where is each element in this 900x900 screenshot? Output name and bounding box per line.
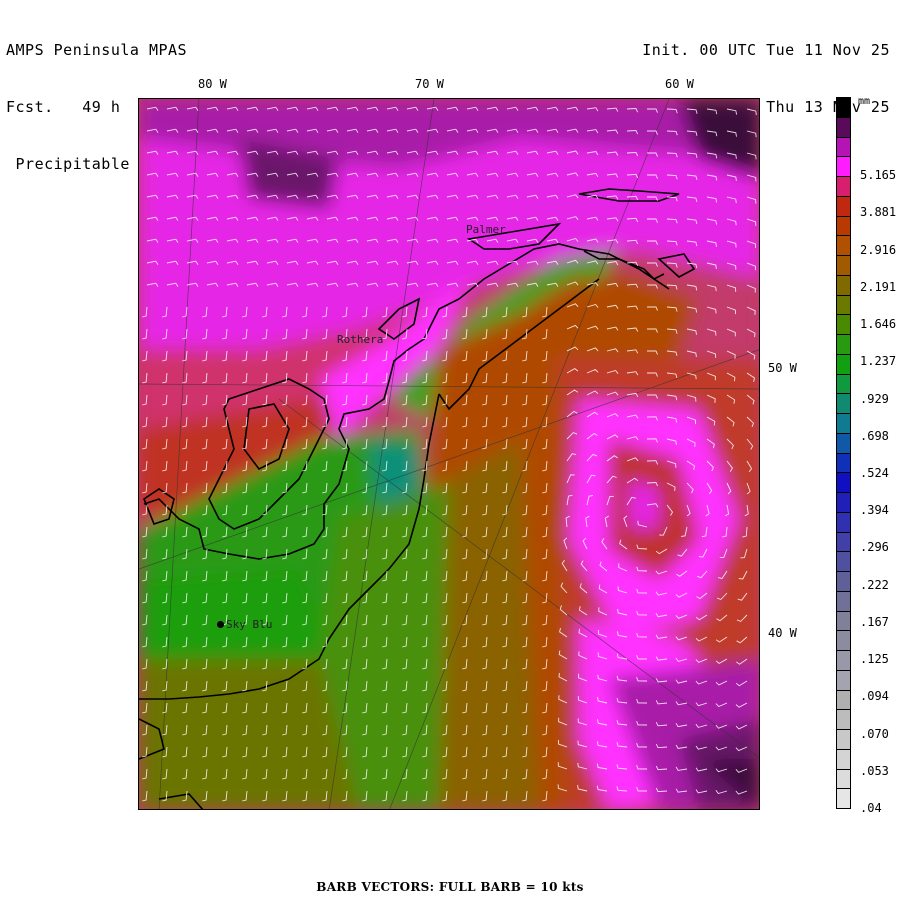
barb-legend: BARB VECTORS: FULL BARB = 10 kts: [316, 880, 584, 894]
colorbar-swatch: [837, 196, 850, 217]
colorbar-swatch: [837, 572, 850, 592]
colorbar-swatch: [837, 374, 850, 395]
colorbar-label: 1.237: [860, 354, 897, 369]
colorbar-swatch: [837, 493, 850, 513]
colorbar-label: 2.916: [860, 242, 897, 257]
station-label-sky-blu: Sky Blu: [226, 618, 273, 631]
colorbar-swatch: [837, 453, 850, 474]
station-label-palmer: Palmer: [466, 223, 506, 236]
colorbar: [836, 97, 851, 809]
colorbar-label: .167: [860, 614, 889, 629]
colorbar-label: 3.881: [860, 205, 897, 220]
colorbar-label: 1.646: [860, 317, 897, 332]
colorbar-swatch: [837, 512, 850, 533]
colorbar-label: .04: [860, 801, 882, 816]
colorbar-label: .394: [860, 503, 889, 518]
colorbar-swatch: [837, 157, 850, 177]
colorbar-swatch: [837, 335, 850, 355]
colorbar-swatch: [837, 473, 850, 493]
colorbar-label: .929: [860, 391, 889, 406]
colorbar-unit: mm: [858, 96, 871, 107]
colorbar-label: .222: [860, 577, 889, 592]
colorbar-swatch: [837, 315, 850, 335]
colorbar-swatch: [837, 433, 850, 454]
colorbar-label: 5.165: [860, 168, 897, 183]
colorbar-label: .094: [860, 689, 889, 704]
colorbar-label: .125: [860, 652, 889, 667]
colorbar-label: .053: [860, 763, 889, 778]
colorbar-swatch: [837, 690, 850, 711]
lat-label-40w: 40 W: [768, 626, 797, 640]
colorbar-label: 2.191: [860, 279, 897, 294]
init-time: Init. 00 UTC Tue 11 Nov 25: [642, 41, 890, 59]
colorbar-swatch: [837, 532, 850, 553]
station-label-rothera: Rothera: [337, 333, 384, 346]
colorbar-swatch: [837, 651, 850, 671]
colorbar-label: .698: [860, 428, 889, 443]
colorbar-swatch: [837, 414, 850, 434]
colorbar-swatch: [837, 256, 850, 276]
colorbar-swatch: [837, 749, 850, 770]
lon-label-80w: 80 W: [198, 77, 227, 91]
colorbar-swatch: [837, 275, 850, 296]
lon-label-70w: 70 W: [415, 77, 444, 91]
colorbar-swatch: [837, 98, 850, 118]
colorbar-swatch: [837, 137, 850, 158]
colorbar-swatch: [837, 591, 850, 612]
model-title: AMPS Peninsula MPAS: [6, 41, 188, 59]
colorbar-label: .524: [860, 466, 889, 481]
colorbar-swatch: [837, 394, 850, 414]
colorbar-swatch: [837, 769, 850, 790]
lat-label-50w: 50 W: [768, 361, 797, 375]
lon-label-60w: 60 W: [665, 77, 694, 91]
station-marker-sky-blu: [217, 621, 224, 628]
colorbar-swatch: [837, 295, 850, 316]
colorbar-swatch: [837, 216, 850, 237]
pwv-map: Palmer Rothera Sky Blu: [138, 98, 760, 810]
colorbar-label: .296: [860, 540, 889, 555]
colorbar-swatch: [837, 710, 850, 730]
colorbar-label: .070: [860, 726, 889, 741]
colorbar-swatch: [837, 670, 850, 691]
colorbar-swatch: [837, 611, 850, 632]
colorbar-swatch: [837, 730, 850, 750]
colorbar-swatch: [837, 117, 850, 138]
colorbar-swatch: [837, 354, 850, 375]
colorbar-swatch: [837, 552, 850, 572]
colorbar-swatch: [837, 631, 850, 651]
colorbar-swatch: [837, 236, 850, 256]
colorbar-swatch: [837, 789, 850, 808]
colorbar-swatch: [837, 177, 850, 197]
map-graphic: [139, 99, 759, 809]
